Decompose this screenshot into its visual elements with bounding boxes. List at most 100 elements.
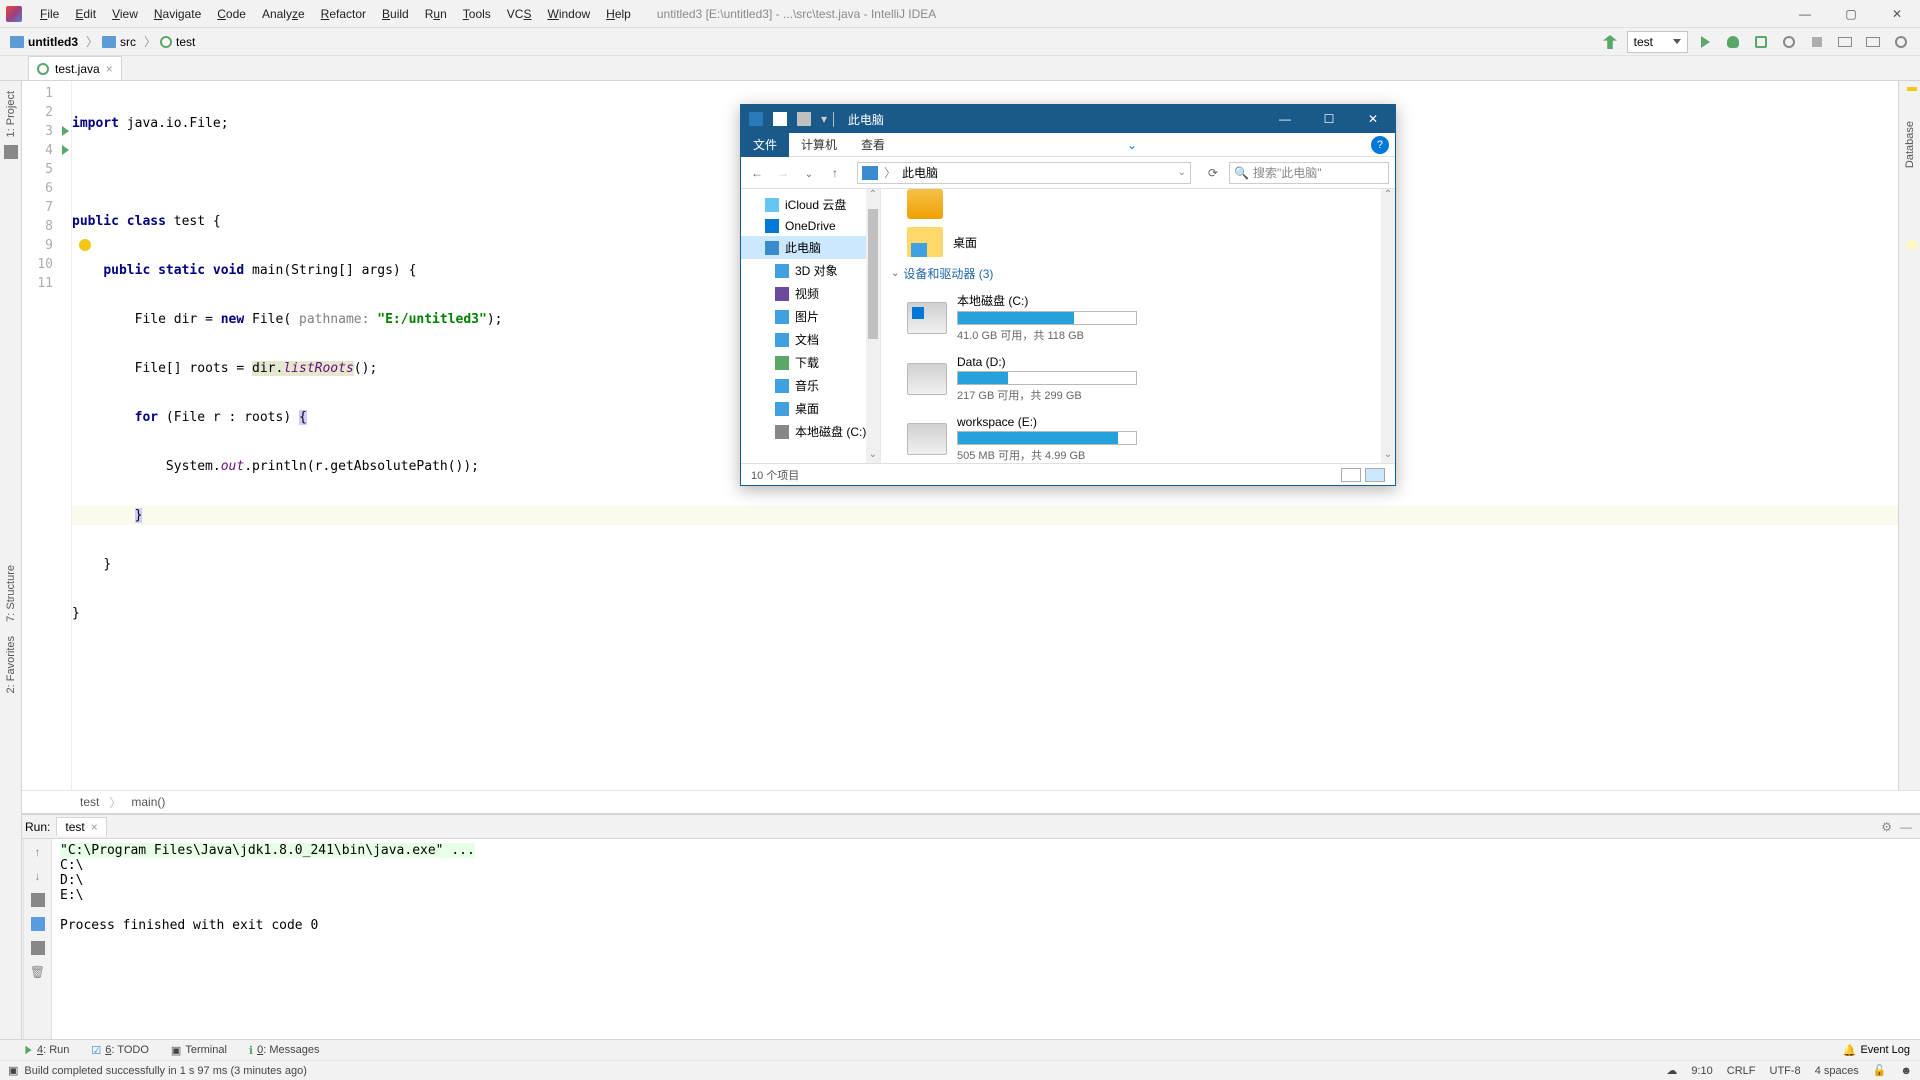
tree-item[interactable]: 文档	[741, 328, 880, 351]
file-encoding[interactable]: UTF-8	[1770, 1065, 1801, 1077]
tool-icon[interactable]	[4, 145, 18, 159]
line-separator[interactable]: CRLF	[1727, 1065, 1756, 1077]
menu-edit[interactable]: Edit	[67, 0, 104, 28]
nav-history-button[interactable]: ⌄	[799, 166, 819, 180]
explorer-search-input[interactable]: 🔍 搜索"此电脑"	[1229, 162, 1389, 184]
menu-help[interactable]: Help	[598, 0, 639, 28]
tool-terminal[interactable]: ▣Terminal	[171, 1044, 227, 1057]
scrollbar[interactable]: ⌃ ⌄	[866, 189, 880, 463]
stop-button[interactable]	[1806, 31, 1828, 53]
scrollbar[interactable]: ⌃ ⌄	[1381, 189, 1395, 463]
view-details-button[interactable]	[1341, 468, 1361, 482]
gear-icon[interactable]: ⚙	[1881, 820, 1892, 834]
scrollbar-thumb[interactable]	[868, 209, 878, 339]
maximize-button[interactable]: ▢	[1828, 0, 1874, 28]
nav-forward-button[interactable]: →	[773, 166, 793, 180]
explorer-titlebar[interactable]: ▾ │ 此电脑 — ☐ ✕	[741, 105, 1395, 133]
tree-item[interactable]: iCloud 云盘	[741, 193, 880, 216]
close-icon[interactable]: ×	[91, 820, 98, 834]
nav-up-button[interactable]: ↑	[825, 166, 845, 180]
tree-item[interactable]: 图片	[741, 305, 880, 328]
editor-tab-testjava[interactable]: test.java ×	[28, 56, 122, 80]
menu-vcs[interactable]: VCS	[499, 0, 540, 28]
tool-database[interactable]: Database	[1904, 121, 1916, 168]
explorer-content[interactable]: 桌面 ⌄设备和驱动器 (3) 本地磁盘 (C:) 41.0 GB 可用，共 11…	[881, 189, 1395, 463]
crumb-method[interactable]: main()	[131, 795, 165, 809]
tree-item[interactable]: 桌面	[741, 397, 880, 420]
menu-code[interactable]: Code	[209, 0, 254, 28]
ribbon-expand-icon[interactable]: ⌄	[1127, 138, 1141, 152]
menu-tools[interactable]: Tools	[455, 0, 499, 28]
crumb-class[interactable]: test	[80, 795, 99, 809]
menu-analyze[interactable]: Analyze	[254, 0, 313, 28]
minimize-button[interactable]: —	[1782, 0, 1828, 28]
close-tab-icon[interactable]: ×	[106, 62, 113, 76]
caret-position[interactable]: 9:10	[1691, 1065, 1712, 1077]
explorer-close-button[interactable]: ✕	[1351, 105, 1395, 133]
debug-button[interactable]	[1722, 31, 1744, 53]
inspection-icon[interactable]: ☻	[1900, 1065, 1912, 1077]
coverage-button[interactable]	[1750, 31, 1772, 53]
tree-item[interactable]: 下载	[741, 351, 880, 374]
folder-desktop[interactable]: 桌面	[891, 223, 1385, 261]
breadcrumb-src[interactable]: src	[102, 35, 136, 49]
run-gutter-icon[interactable]	[62, 126, 69, 136]
explorer-maximize-button[interactable]: ☐	[1307, 105, 1351, 133]
nav-back-button[interactable]: ←	[747, 166, 767, 180]
run-button[interactable]	[1694, 31, 1716, 53]
menu-file[interactable]: File	[32, 0, 67, 28]
help-icon[interactable]: ?	[1371, 136, 1389, 154]
folder-item[interactable]	[891, 189, 1385, 223]
tree-item[interactable]: 本地磁盘 (C:)	[741, 420, 880, 443]
menu-view[interactable]: View	[104, 0, 146, 28]
ribbon-tab-view[interactable]: 查看	[849, 132, 897, 157]
trash-icon[interactable]: 🗑	[30, 965, 45, 979]
ribbon-tab-computer[interactable]: 计算机	[789, 132, 849, 157]
breadcrumb-project[interactable]: untitled3	[10, 35, 78, 49]
menu-window[interactable]: Window	[539, 0, 598, 28]
up-icon[interactable]: ↑	[35, 845, 41, 859]
view-tiles-button[interactable]	[1365, 468, 1385, 482]
warning-marker-icon[interactable]	[1907, 87, 1917, 91]
explorer-minimize-button[interactable]: —	[1263, 105, 1307, 133]
toolbar-icon[interactable]	[31, 893, 45, 907]
build-button[interactable]	[1599, 31, 1621, 53]
run-config-selector[interactable]: test	[1627, 31, 1688, 53]
indent-setting[interactable]: 4 spaces	[1815, 1065, 1859, 1077]
tool-event-log[interactable]: 🔔Event Log	[1843, 1044, 1910, 1057]
highlight-marker-icon[interactable]	[1907, 241, 1917, 249]
tree-item[interactable]: 音乐	[741, 374, 880, 397]
section-devices[interactable]: ⌄设备和驱动器 (3)	[891, 261, 1385, 286]
toolbar-icon[interactable]	[31, 917, 45, 931]
tool-run[interactable]: 4: Run	[24, 1044, 69, 1056]
down-icon[interactable]: ↓	[35, 869, 41, 883]
tool-project[interactable]: 1: Project	[5, 91, 17, 137]
drive-item[interactable]: Data (D:) 217 GB 可用，共 299 GB	[891, 349, 1385, 409]
hide-icon[interactable]: —	[1900, 820, 1912, 834]
tree-item[interactable]: 视频	[741, 282, 880, 305]
address-bar[interactable]: 〉 此电脑 ⌄	[857, 162, 1191, 184]
menu-run[interactable]: Run	[417, 0, 455, 28]
close-button[interactable]: ✕	[1874, 0, 1920, 28]
tool-todo[interactable]: ☑6: TODO	[91, 1044, 149, 1057]
refresh-button[interactable]: ⟳	[1203, 166, 1223, 180]
menu-navigate[interactable]: Navigate	[146, 0, 209, 28]
drive-item[interactable]: workspace (E:) 505 MB 可用，共 4.99 GB	[891, 409, 1385, 463]
print-icon[interactable]	[31, 941, 45, 955]
run-console-output[interactable]: "C:\Program Files\Java\jdk1.8.0_241\bin\…	[52, 839, 1920, 1039]
ribbon-tab-file[interactable]: 文件	[741, 132, 789, 157]
toolbar-icon[interactable]	[1834, 31, 1856, 53]
drive-item[interactable]: 本地磁盘 (C:) 41.0 GB 可用，共 118 GB	[891, 286, 1385, 349]
readonly-lock-icon[interactable]: 🔓	[1873, 1064, 1887, 1077]
run-gutter-icon[interactable]	[62, 145, 69, 155]
tool-messages[interactable]: ℹ0: Messages	[249, 1044, 320, 1057]
tree-item[interactable]: 3D 对象	[741, 259, 880, 282]
tree-item[interactable]: OneDrive	[741, 216, 880, 236]
menu-refactor[interactable]: Refactor	[313, 0, 374, 28]
menu-build[interactable]: Build	[374, 0, 417, 28]
toolbar-icon[interactable]	[1862, 31, 1884, 53]
run-tab[interactable]: test ×	[56, 817, 106, 836]
breadcrumb-file[interactable]: test	[160, 35, 195, 49]
profile-button[interactable]	[1778, 31, 1800, 53]
search-everywhere-button[interactable]	[1890, 31, 1912, 53]
